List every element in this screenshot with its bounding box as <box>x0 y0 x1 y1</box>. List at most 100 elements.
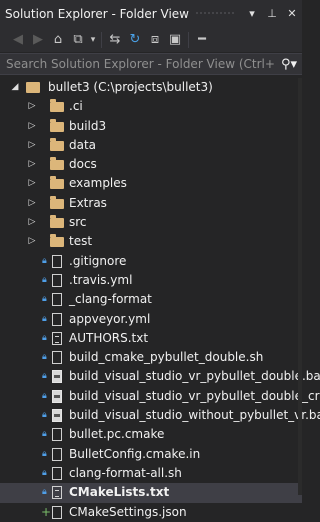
search-options-icon[interactable]: ⚲▾ <box>276 57 302 72</box>
sync-icon[interactable]: ⇆ <box>105 30 125 50</box>
refresh-icon[interactable]: ↻ <box>125 30 145 50</box>
tree-file[interactable]: 🔒︎ appveyor.yml <box>0 310 302 329</box>
tree-file[interactable]: + CMakeSettings.json <box>0 503 302 522</box>
close-icon[interactable]: ✕ <box>282 7 302 20</box>
file-label: clang-format-all.sh <box>69 465 182 480</box>
file-icon <box>52 254 62 268</box>
tree-file[interactable]: 🔒︎ .travis.yml <box>0 271 302 290</box>
batch-file-icon <box>52 409 62 423</box>
file-icon <box>52 273 62 287</box>
folder-icon <box>50 157 64 171</box>
forward-icon[interactable]: ▶ <box>28 30 48 50</box>
tree-folder[interactable]: ▷ Extras <box>0 194 302 213</box>
window-position-dropdown-icon[interactable]: ▾ <box>242 7 262 20</box>
tree-root[interactable]: ◢ bullet3 (C:\projects\bullet3) <box>0 78 302 97</box>
folder-label: .ci <box>69 99 83 114</box>
folder-label: Extras <box>69 195 107 210</box>
tree-file[interactable]: 🔒︎ BulletConfig.cmake.in <box>0 445 302 464</box>
tree-file-selected[interactable]: 🔒︎ CMakeLists.txt <box>0 483 302 503</box>
folder-icon <box>50 234 64 248</box>
home-icon[interactable]: ⌂ <box>48 30 68 50</box>
lock-icon: 🔒︎ <box>42 332 47 343</box>
lock-icon: 🔒︎ <box>42 294 47 305</box>
tree-root-label: bullet3 (C:\projects\bullet3) <box>48 80 213 94</box>
switch-views-icon[interactable]: ⧉ <box>68 30 88 50</box>
lock-icon: 🔒︎ <box>42 448 47 459</box>
tree-file[interactable]: 🔒︎ build_visual_studio_vr_pybullet_doubl… <box>0 387 320 406</box>
tree-folder[interactable]: ▷ data <box>0 136 302 155</box>
tree-file[interactable]: 🔒︎ .gitignore <box>0 252 302 271</box>
file-label: AUTHORS.txt <box>69 330 149 345</box>
tree-folder[interactable]: ▷ examples <box>0 174 302 193</box>
back-icon[interactable]: ◀ <box>8 30 28 50</box>
folder-icon <box>50 176 64 190</box>
tree-folder[interactable]: ▷ test <box>0 232 302 251</box>
lock-icon: 🔒︎ <box>42 410 47 421</box>
panel-title: Solution Explorer - Folder View <box>5 6 189 21</box>
file-icon <box>52 351 62 365</box>
collapse-icon[interactable]: ◢ <box>9 78 21 97</box>
show-all-files-icon[interactable]: ▣ <box>165 30 185 50</box>
tree-file[interactable]: 🔒︎ build_cmake_pybullet_double.sh <box>0 348 302 367</box>
file-label: build_cmake_pybullet_double.sh <box>69 350 264 365</box>
expand-icon[interactable]: ▷ <box>26 213 38 232</box>
file-label: build_visual_studio_without_pybullet_vr.… <box>69 408 320 423</box>
collapse-all-icon[interactable]: ⧈ <box>145 30 165 50</box>
batch-file-icon <box>52 370 62 384</box>
folder-icon <box>50 215 64 229</box>
properties-icon[interactable]: ━ <box>192 30 212 50</box>
expand-icon[interactable]: ▷ <box>26 232 38 251</box>
file-icon <box>52 447 62 461</box>
file-label: build_visual_studio_vr_pybullet_double_c… <box>69 388 320 403</box>
expand-icon[interactable]: ▷ <box>26 155 38 174</box>
json-file-icon <box>52 505 62 519</box>
lock-icon: 🔒︎ <box>42 313 47 324</box>
tree-file[interactable]: 🔒︎ build_visual_studio_vr_pybullet_doubl… <box>0 367 320 386</box>
batch-file-icon <box>52 389 62 403</box>
vertical-scrollbar[interactable] <box>298 78 302 495</box>
file-icon <box>52 466 62 480</box>
lock-icon: 🔒︎ <box>42 487 47 498</box>
expand-icon[interactable]: ▷ <box>26 117 38 136</box>
folder-label: docs <box>69 157 97 172</box>
file-icon <box>52 293 62 307</box>
tree-file[interactable]: 🔒︎ AUTHORS.txt <box>0 329 302 348</box>
solution-explorer-toolbar: ◀ ▶ ⌂ ⧉ ▾ ⇆ ↻ ⧈ ▣ ━ <box>0 27 302 52</box>
titlebar-grip[interactable] <box>195 11 236 16</box>
lock-icon: 🔒︎ <box>42 390 47 401</box>
lock-icon: 🔒︎ <box>42 255 47 266</box>
file-tree: ◢ bullet3 (C:\projects\bullet3) ▷ .ci ▷ … <box>0 78 320 522</box>
folder-label: data <box>69 137 97 152</box>
folder-label: test <box>69 234 93 249</box>
tree-folder[interactable]: ▷ .ci <box>0 97 302 116</box>
expand-icon[interactable]: ▷ <box>26 194 38 213</box>
folder-icon <box>50 99 64 113</box>
tree-folder[interactable]: ▷ build3 <box>0 117 302 136</box>
file-label: .travis.yml <box>69 272 133 287</box>
search-input[interactable] <box>0 56 276 72</box>
folder-label: examples <box>69 176 127 191</box>
file-icon <box>52 428 62 442</box>
folder-open-icon <box>26 82 40 93</box>
switch-views-dropdown-icon[interactable]: ▾ <box>88 30 98 50</box>
panel-titlebar: Solution Explorer - Folder View ▾ ⊥ ✕ <box>0 0 302 27</box>
text-file-icon <box>52 331 62 345</box>
file-label: .gitignore <box>69 253 127 268</box>
lock-icon: 🔒︎ <box>42 274 47 285</box>
tree-file[interactable]: 🔒︎ build_visual_studio_without_pybullet_… <box>0 406 320 425</box>
tree-folder[interactable]: ▷ docs <box>0 155 302 174</box>
added-icon: + <box>41 504 52 519</box>
expand-icon[interactable]: ▷ <box>26 136 38 155</box>
expand-icon[interactable]: ▷ <box>26 97 38 116</box>
file-label: CMakeSettings.json <box>69 504 187 519</box>
folder-icon <box>50 118 64 132</box>
tree-folder[interactable]: ▷ src <box>0 213 302 232</box>
folder-icon <box>50 195 64 209</box>
expand-icon[interactable]: ▷ <box>26 174 38 193</box>
tree-file[interactable]: 🔒︎ bullet.pc.cmake <box>0 425 302 444</box>
tree-file[interactable]: 🔒︎ clang-format-all.sh <box>0 464 302 483</box>
tree-file[interactable]: 🔒︎ _clang-format <box>0 290 302 309</box>
file-label: BulletConfig.cmake.in <box>69 446 201 461</box>
pin-icon[interactable]: ⊥ <box>262 7 282 20</box>
lock-icon: 🔒︎ <box>42 352 47 363</box>
